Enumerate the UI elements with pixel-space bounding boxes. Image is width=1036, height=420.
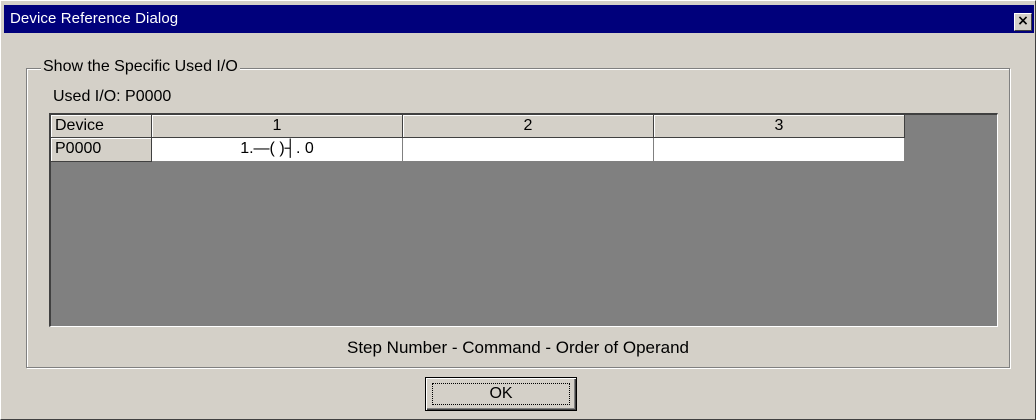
operand-legend: Step Number - Command - Order of Operand (346, 338, 690, 357)
table-cell[interactable] (654, 138, 905, 162)
ok-button[interactable]: OK (425, 377, 577, 411)
title-bar[interactable]: Device Reference Dialog × (4, 5, 1034, 33)
used-io-label: Used I/O: P0000 (53, 88, 172, 105)
row-header-device[interactable]: P0000 (51, 138, 152, 162)
window-title: Device Reference Dialog (10, 10, 179, 27)
ok-button-label: OK (489, 385, 513, 402)
device-grid[interactable]: Device 1 2 3 P0000 1.—( )┤. 0 (49, 113, 998, 327)
column-header-2[interactable]: 2 (403, 115, 654, 138)
groupbox-label: Show the Specific Used I/O (41, 57, 240, 77)
table-cell[interactable]: 1.—( )┤. 0 (152, 138, 403, 162)
column-header-3[interactable]: 3 (654, 115, 905, 138)
close-icon: × (1017, 13, 1029, 29)
column-header-device[interactable]: Device (51, 115, 152, 138)
column-header-1[interactable]: 1 (152, 115, 403, 138)
table-cell[interactable] (403, 138, 654, 162)
close-button[interactable]: × (1014, 13, 1032, 31)
